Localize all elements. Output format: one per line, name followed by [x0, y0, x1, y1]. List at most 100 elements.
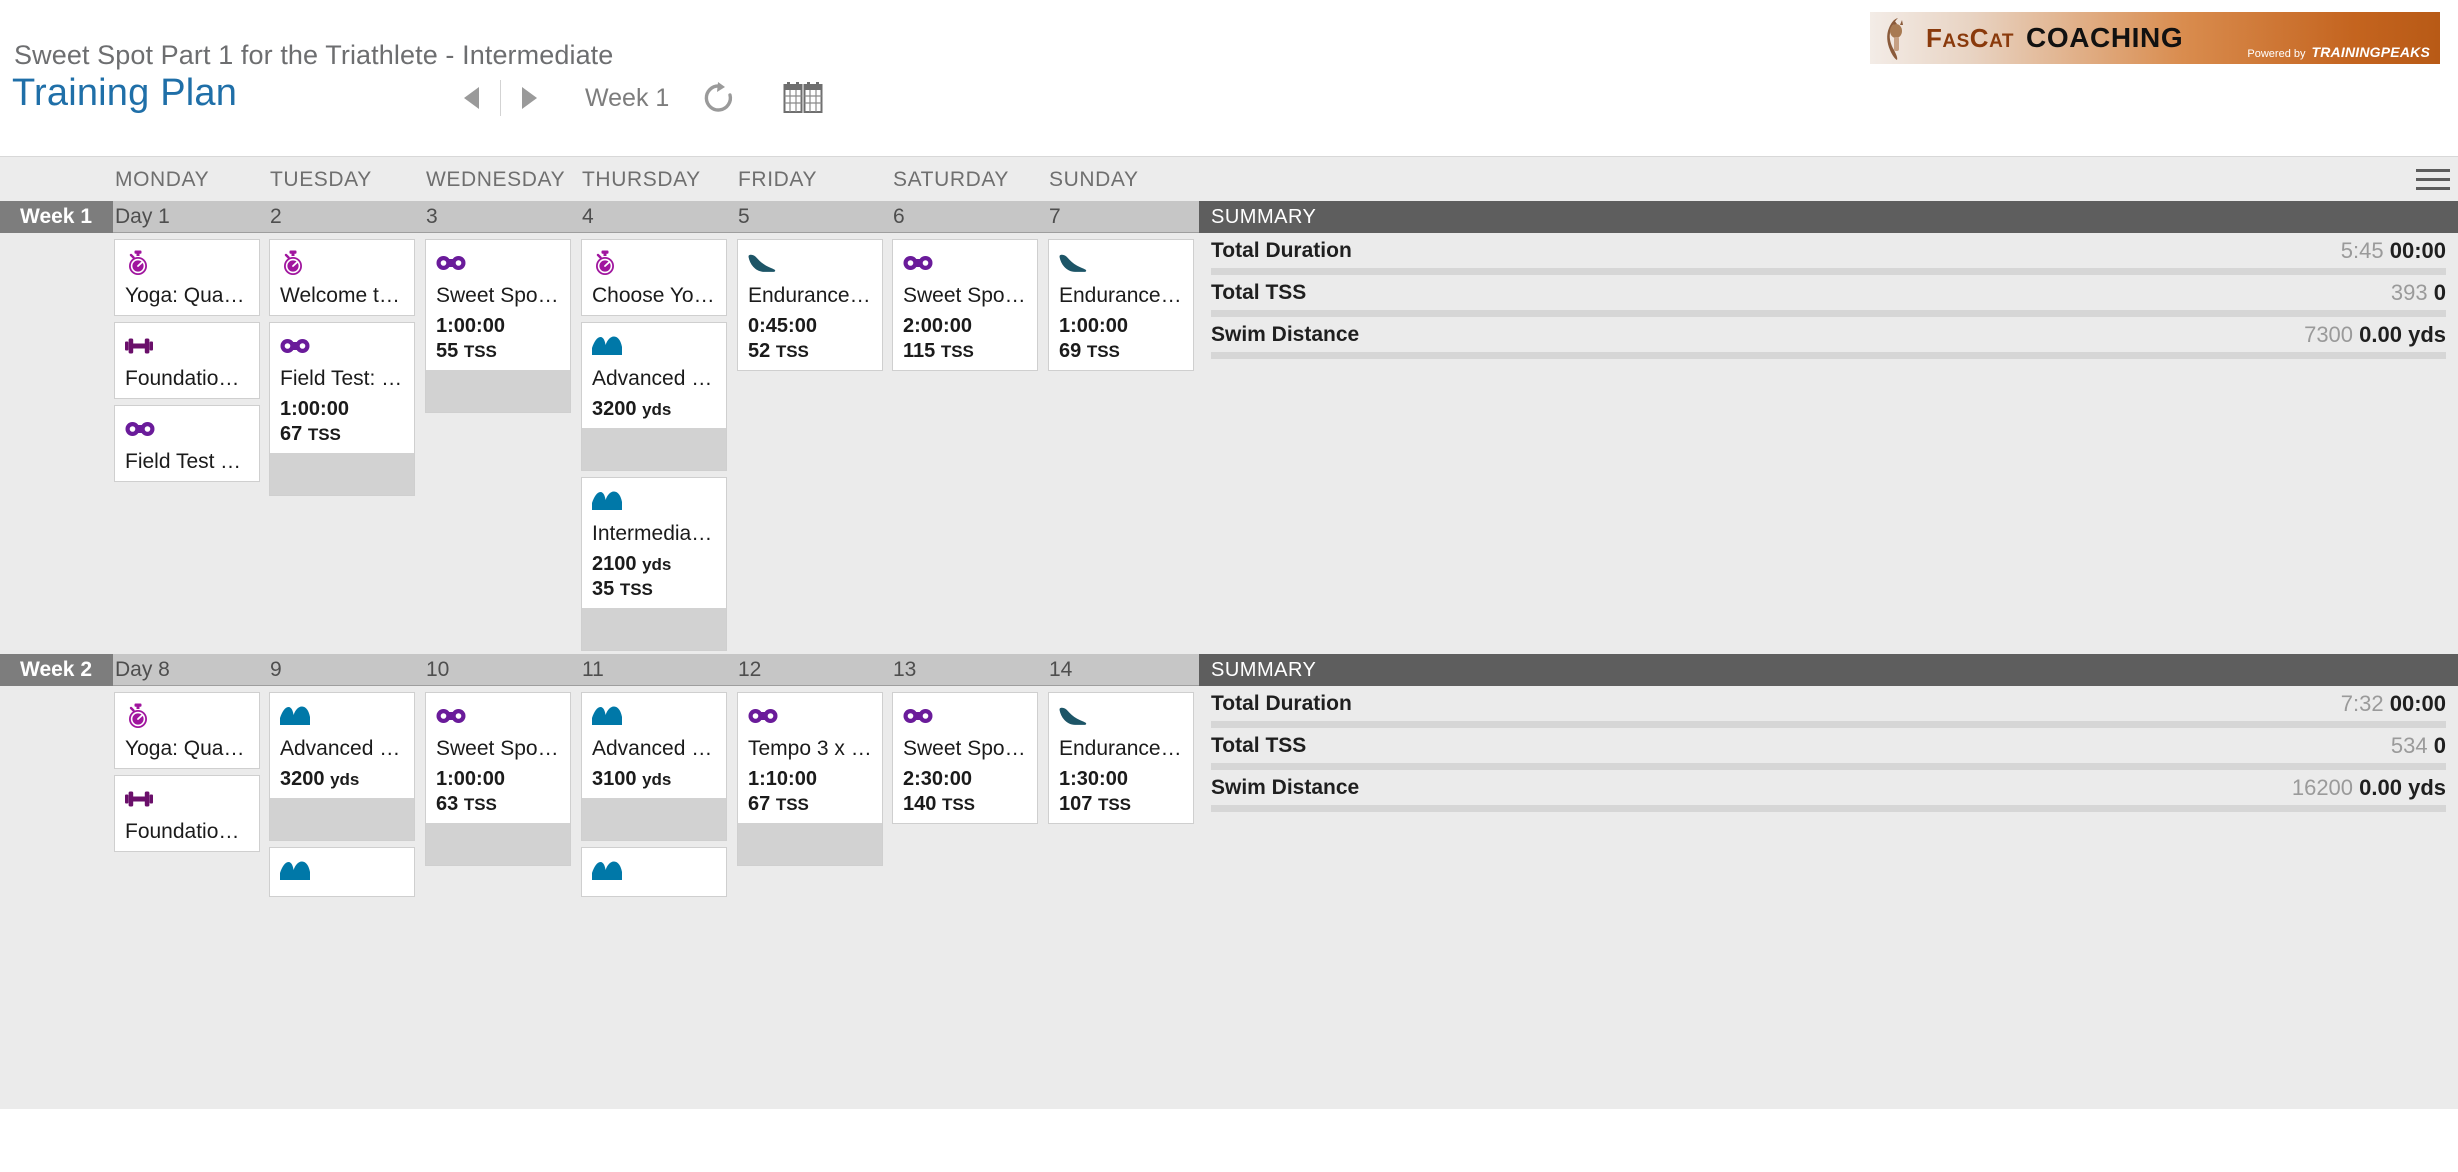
metric-value: 3200 — [280, 768, 325, 790]
workout-metric: 115 TSS — [903, 339, 1027, 364]
metric-unit: TSS — [463, 342, 497, 361]
workout-metrics: 3100 yds — [592, 767, 716, 792]
yoga-icon — [596, 250, 614, 275]
workout-card[interactable]: Advanced - Triplet... 3200 yds — [269, 692, 415, 841]
workout-type-icon — [903, 250, 1027, 276]
summary-row: Total Duration 5:45 00:00 — [1199, 233, 2458, 268]
day-number[interactable]: 11 — [582, 654, 728, 686]
workout-card[interactable]: Sweet Spot 3 x 8 ...1:00:0055 TSS — [425, 239, 571, 413]
day-number[interactable]: 4 — [582, 201, 728, 233]
summary-value: 7300 0.00 yds — [2304, 322, 2446, 348]
workout-metric: 3100 yds — [592, 767, 716, 792]
workout-type-icon — [125, 416, 249, 442]
day-number[interactable]: Day 1 — [115, 201, 261, 233]
workout-card[interactable] — [269, 847, 415, 897]
plan-subtitle: Sweet Spot Part 1 for the Triathlete - I… — [14, 40, 614, 70]
workout-card[interactable]: Choose Your Own ... — [581, 239, 727, 316]
summary-row: Swim Distance 16200 0.00 yds — [1199, 770, 2458, 805]
day-of-week-header: MONDAY TUESDAY WEDNESDAY THURSDAY FRIDAY SATU… — [0, 156, 2458, 201]
workout-card[interactable]: Yoga: Quad & Hip ... — [114, 692, 260, 769]
day-number[interactable]: 2 — [270, 201, 416, 233]
day-number[interactable]: Day 8 — [115, 654, 261, 686]
day-number[interactable]: 12 — [738, 654, 884, 686]
day-column: Endurance Run0:45:0052 TSS — [737, 233, 883, 377]
yoga-icon — [284, 250, 302, 275]
workout-card[interactable]: Advanced - Pull & ... 3200 yds — [581, 322, 727, 471]
metric-value: 67 — [280, 423, 303, 445]
summary-separator — [1211, 721, 2446, 728]
workout-card[interactable] — [581, 847, 727, 897]
workout-card[interactable]: Yoga: Quad & Hip ... — [114, 239, 260, 316]
day-number[interactable]: 14 — [1049, 654, 1195, 686]
chart-bar — [876, 853, 882, 865]
next-week-button[interactable] — [507, 76, 551, 120]
day-number[interactable]: 13 — [893, 654, 1039, 686]
refresh-button[interactable] — [695, 74, 743, 122]
day-number[interactable]: 10 — [426, 654, 572, 686]
day-number[interactable]: 9 — [270, 654, 416, 686]
summary-separator — [1211, 805, 2446, 812]
workout-metrics: 1:00:00 69 TSS — [1059, 314, 1183, 364]
bike-icon — [748, 709, 778, 723]
day-column: Yoga: Quad & Hip ... Foundation Work a..… — [114, 233, 260, 488]
metric-unit: yds — [642, 770, 672, 789]
metric-unit: TSS — [940, 342, 974, 361]
workout-title: Sweet Spot Group ... — [903, 284, 1027, 307]
week-badge[interactable]: Week 1 — [0, 201, 113, 233]
prev-week-button[interactable] — [450, 76, 494, 120]
metric-value: 115 — [903, 340, 936, 362]
metric-value: 2100 — [592, 553, 637, 575]
workout-title: Advanced - Triplet... — [280, 737, 404, 760]
workout-type-icon — [125, 703, 249, 729]
metric-unit: TSS — [1086, 342, 1120, 361]
workout-card[interactable]: Sweet Spot 3 x 12 ...1:00:0063 TSS — [425, 692, 571, 866]
swim-icon — [592, 491, 622, 510]
workout-card[interactable]: Tempo 3 x 10 minu...1:10:0067 TSS — [737, 692, 883, 866]
workout-title: Foundation Work a... — [125, 367, 249, 390]
workout-type-icon — [280, 333, 404, 359]
workout-card[interactable]: Sweet Spot Group ...2:00:00115 TSS — [892, 239, 1038, 371]
summary-label: Total TSS — [1211, 733, 1307, 757]
day-number[interactable]: 5 — [738, 201, 884, 233]
workout-card[interactable]: Field Test: 20 minuter1:00:0067 TSS — [269, 322, 415, 496]
workout-card[interactable]: Endurance Run1:30:00107 TSS — [1048, 692, 1194, 824]
workout-metric: 1:10:00 — [748, 767, 872, 792]
day-number[interactable]: 3 — [426, 201, 572, 233]
workout-card[interactable]: Foundation Work a... — [114, 775, 260, 852]
workout-card[interactable]: Endurance Run0:45:0052 TSS — [737, 239, 883, 371]
workout-metrics: 2100 yds 35 TSS — [592, 552, 716, 602]
workout-card[interactable]: Advanced - Arm S... 3100 yds — [581, 692, 727, 841]
metric-value: 69 — [1059, 340, 1082, 362]
chart-bar — [410, 487, 414, 495]
workout-card[interactable]: Foundation Work a... — [114, 322, 260, 399]
workout-type-icon — [436, 250, 560, 276]
workout-card[interactable]: Intermediate - Pull ...2100 yds35 TSS — [581, 477, 727, 651]
summary-separator — [1211, 763, 2446, 770]
metric-unit: TSS — [941, 795, 975, 814]
metric-unit: TSS — [619, 580, 653, 599]
workout-card[interactable]: Sweet Spot Group ...2:30:00140 TSS — [892, 692, 1038, 824]
workout-title: Sweet Spot Group ... — [903, 737, 1027, 760]
day-column: Sweet Spot 3 x 8 ...1:00:0055 TSS — [425, 233, 571, 419]
workout-metric: 2:30:00 — [903, 767, 1027, 792]
workout-title: Tempo 3 x 10 minu... — [748, 737, 872, 760]
workout-card[interactable]: Field Test Tomorrow! — [114, 405, 260, 482]
day-column: Sweet Spot 3 x 12 ...1:00:0063 TSS — [425, 686, 571, 872]
day-number[interactable]: 6 — [893, 201, 1039, 233]
menu-icon[interactable] — [2416, 169, 2450, 191]
metric-value: 0:45:00 — [748, 315, 817, 337]
week-date-strip: Week 1 Day 1 2 3 4 5 6 7 SUMMARY — [0, 201, 2458, 233]
calendar-button[interactable] — [779, 74, 827, 122]
week-badge[interactable]: Week 2 — [0, 654, 113, 686]
workout-card[interactable]: Welcome to FasCa... — [269, 239, 415, 316]
summary-separator — [1211, 310, 2446, 317]
workout-type-icon — [592, 488, 716, 514]
workout-type-icon — [1059, 250, 1183, 276]
workout-metric: 55 TSS — [436, 339, 560, 364]
week-summary-panel: Total Duration 5:45 00:00 Total TSS 393 0 Sw… — [1199, 233, 2458, 359]
day-number[interactable]: 7 — [1049, 201, 1195, 233]
workout-profile-chart — [270, 798, 414, 840]
workout-card[interactable]: Endurance Run1:00:0069 TSS — [1048, 239, 1194, 371]
metric-value: 35 — [592, 578, 615, 600]
chart-bar — [565, 399, 570, 412]
